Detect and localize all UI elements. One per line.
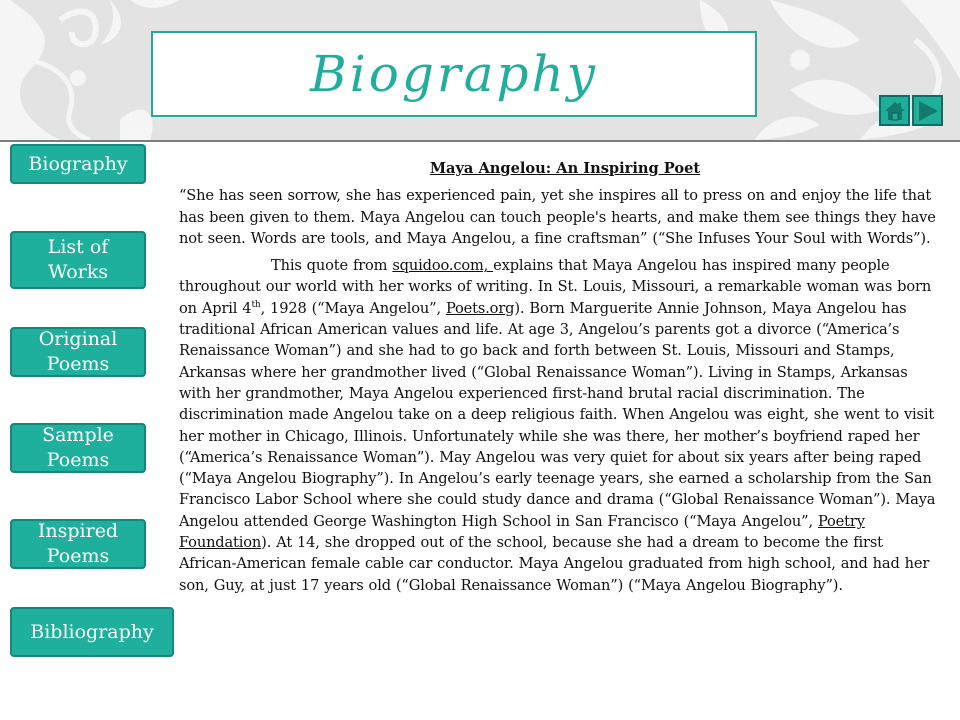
home-icon (884, 101, 905, 120)
body-text: , 1928 (“Maya Angelou”, (260, 299, 446, 317)
sidebar-item-label: Bibliography (30, 620, 154, 643)
sidebar-item-label: Sample (42, 424, 114, 446)
sidebar-item-sample-poems[interactable]: Sample Poems (10, 423, 146, 473)
sidebar-item-label: List of (47, 236, 109, 258)
next-arrow-icon (918, 100, 938, 121)
sidebar-item-bibliography[interactable]: Bibliography (10, 607, 174, 657)
body-paragraph: This quote from squidoo.com, explains th… (179, 255, 941, 596)
main-content: Maya Angelou: An Inspiring Poet “She has… (179, 158, 941, 602)
body-text: ). Born Marguerite Annie Johnson, Maya A… (179, 299, 936, 530)
quote-paragraph: “She has seen sorrow, she has experience… (179, 187, 936, 247)
sidebar-item-label: Inspired (37, 520, 119, 542)
sidebar-item-label: Poems (46, 545, 110, 567)
title-box: Biography (151, 31, 757, 117)
sidebar-item-label: Original (38, 328, 118, 350)
superscript: th (251, 299, 261, 310)
sidebar-item-label: Biography (28, 152, 128, 175)
sidebar-item-inspired-poems[interactable]: Inspired Poems (10, 519, 146, 569)
sidebar-item-label: Poems (46, 449, 110, 471)
page-title: Biography (309, 45, 598, 103)
poets-org-link[interactable]: Poets.org (446, 300, 515, 317)
article-heading: Maya Angelou: An Inspiring Poet (429, 160, 701, 177)
squidoo-link[interactable]: squidoo.com, (392, 257, 493, 274)
sidebar-item-label: Poems (46, 353, 110, 375)
body-text: ). At 14, she dropped out of the school,… (179, 534, 930, 594)
header-banner: Biography (0, 0, 960, 142)
next-button[interactable] (912, 95, 943, 126)
sidebar-item-label: Works (47, 261, 109, 283)
home-button[interactable] (879, 95, 910, 126)
body-text: This quote from (271, 257, 393, 275)
nav-buttons (879, 95, 943, 126)
sidebar-item-original-poems[interactable]: Original Poems (10, 327, 146, 377)
sidebar-item-list-of-works[interactable]: List of Works (10, 231, 146, 289)
sidebar-item-biography[interactable]: Biography (10, 144, 146, 184)
